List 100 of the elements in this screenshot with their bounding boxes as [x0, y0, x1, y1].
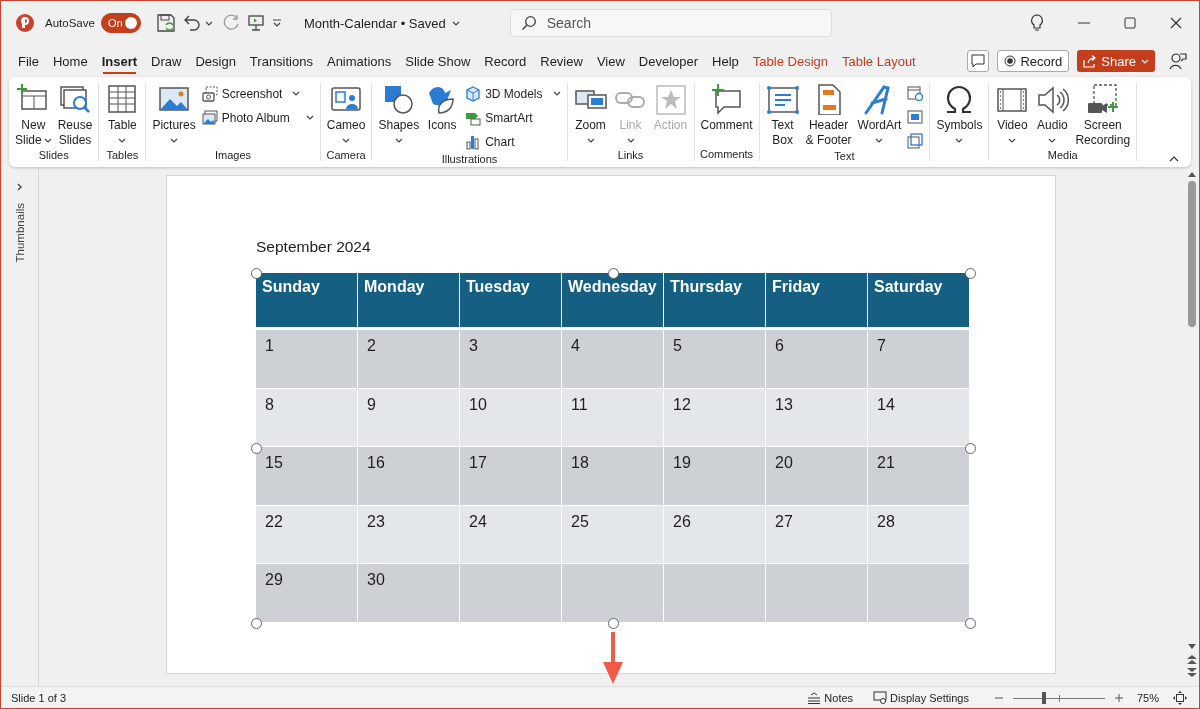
header-cell: Saturday — [868, 273, 970, 330]
collapse-ribbon-icon[interactable] — [1169, 156, 1179, 162]
document-title[interactable]: Month-Calendar • Saved — [303, 15, 460, 31]
resize-handle[interactable] — [251, 443, 262, 454]
slider-thumb[interactable] — [1042, 691, 1047, 704]
maximize-icon[interactable] — [1123, 16, 1137, 30]
ribbon-tab[interactable]: Transitions — [242, 47, 320, 75]
ribbon-tab[interactable]: Table Layout — [835, 47, 923, 75]
resize-handle[interactable] — [608, 268, 619, 279]
ribbon-button[interactable]: Icons — [422, 83, 463, 133]
slide-counter: Slide 1 of 3 — [11, 691, 67, 704]
annotation-arrow — [603, 632, 623, 684]
table-cell: 13 — [766, 388, 868, 448]
table-cell: 7 — [868, 330, 970, 389]
ribbon-tab[interactable]: Help — [705, 47, 746, 75]
ribbon-tab[interactable]: Slide Show — [398, 47, 478, 75]
ribbon-tab[interactable]: File — [11, 47, 46, 75]
ribbon-tab[interactable]: Developer — [631, 47, 706, 75]
ribbon-button[interactable]: Audio — [1032, 83, 1073, 148]
table-cell: 15 — [256, 447, 358, 506]
presentation-icon[interactable] — [246, 14, 265, 32]
caret-icon — [875, 138, 884, 143]
resize-handle[interactable] — [608, 617, 619, 629]
close-icon[interactable] — [1169, 16, 1183, 30]
zoom-in-icon[interactable] — [1114, 693, 1123, 702]
ribbon-button[interactable]: Screen Recording — [1072, 83, 1134, 148]
ribbon-button[interactable]: Text Box — [762, 83, 803, 148]
undo-icon[interactable] — [182, 14, 201, 32]
thumbnails-toggle[interactable]: Thumbnails — [13, 203, 26, 263]
table-cell: 16 — [358, 447, 460, 506]
ribbon-button[interactable]: Photo Album — [201, 107, 314, 128]
resize-handle[interactable] — [251, 617, 262, 629]
ribbon-tab[interactable]: Insert — [94, 47, 145, 75]
scroll-down-icon[interactable] — [1188, 644, 1196, 650]
header-cell: Friday — [766, 273, 868, 330]
table-cell: 17 — [460, 447, 562, 506]
share-button[interactable]: Share — [1077, 50, 1155, 72]
chevron-right-icon[interactable] — [16, 183, 23, 191]
table-cell: 12 — [664, 388, 766, 448]
ribbon-tab[interactable]: Home — [45, 47, 95, 75]
ribbon-tab[interactable]: Draw — [144, 47, 189, 75]
ribbon-button[interactable]: Shapes — [375, 83, 423, 148]
calendar-clock-icon[interactable] — [907, 85, 924, 101]
zoom-percent[interactable]: 75% — [1136, 691, 1159, 704]
scroll-up-icon[interactable] — [1188, 171, 1196, 177]
object-icon[interactable] — [907, 133, 924, 149]
fit-to-window-icon[interactable] — [1173, 690, 1187, 705]
lightbulb-icon[interactable] — [1029, 14, 1045, 32]
save-icon[interactable] — [155, 13, 176, 33]
ribbon-button[interactable]: Pictures — [149, 83, 199, 148]
ribbon-button[interactable]: Zoom — [570, 83, 611, 148]
group-label: Slides — [38, 149, 69, 161]
zoom-slider[interactable] — [1012, 691, 1105, 704]
comments-button[interactable] — [967, 50, 990, 72]
ribbon-button[interactable]: Screenshot — [201, 83, 314, 104]
ribbon-button[interactable]: Chart — [465, 131, 561, 152]
caret-icon — [1008, 138, 1017, 143]
ribbon-tab[interactable]: Review — [533, 47, 590, 75]
slide-number-icon[interactable] — [907, 109, 924, 125]
table-cell: 9 — [358, 388, 460, 448]
table-cell: 29 — [256, 564, 358, 623]
table-cell: 8 — [256, 388, 358, 448]
person-icon[interactable] — [1169, 52, 1187, 70]
ribbon-button[interactable]: Symbols — [933, 83, 986, 148]
chevron-down-icon — [451, 20, 460, 26]
ribbon-button[interactable]: WordArt — [854, 83, 905, 148]
resize-handle[interactable] — [251, 268, 262, 279]
ribbon-button[interactable]: Header & Footer — [802, 83, 855, 148]
next-slide-icon[interactable] — [1187, 668, 1197, 678]
table-cell: 26 — [664, 505, 766, 565]
app-logo-icon[interactable] — [15, 13, 35, 33]
ribbon-button[interactable]: 3D Models — [465, 83, 561, 104]
ribbon-button[interactable]: Reuse Slides — [54, 83, 96, 148]
ribbon-tab[interactable]: Table Design — [745, 47, 835, 75]
ribbon-tab[interactable]: View — [589, 47, 632, 75]
ribbon-button[interactable]: SmartArt — [465, 107, 561, 128]
ribbon-button[interactable]: Cameo — [323, 83, 369, 148]
ribbon-button[interactable]: Table — [102, 83, 143, 148]
caret-icon — [292, 91, 301, 96]
table-cell: 14 — [868, 388, 970, 448]
resize-handle[interactable] — [965, 617, 976, 629]
display-settings-button[interactable]: Display Settings — [873, 691, 969, 704]
table-cell: 6 — [766, 330, 868, 389]
notes-button[interactable]: Notes — [807, 691, 854, 704]
scrollbar-thumb[interactable] — [1188, 181, 1196, 327]
ribbon-button[interactable]: New Slide — [12, 83, 55, 148]
resize-handle[interactable] — [965, 268, 976, 279]
previous-slide-icon[interactable] — [1187, 654, 1197, 664]
search-field[interactable]: Search — [509, 9, 832, 37]
ribbon-tab[interactable]: Record — [477, 47, 534, 75]
caret-icon — [626, 138, 635, 143]
caret-icon — [1048, 138, 1057, 143]
customize-caret-icon[interactable] — [271, 19, 282, 27]
autosave-toggle[interactable]: On — [100, 13, 141, 33]
ribbon-tab[interactable]: Design — [188, 47, 243, 75]
ribbon-tab[interactable]: Animations — [319, 47, 399, 75]
resize-handle[interactable] — [965, 443, 976, 454]
record-button[interactable]: Record — [997, 50, 1070, 72]
ribbon-button[interactable]: Comment — [697, 83, 756, 133]
ribbon-button[interactable]: Video — [992, 83, 1033, 148]
